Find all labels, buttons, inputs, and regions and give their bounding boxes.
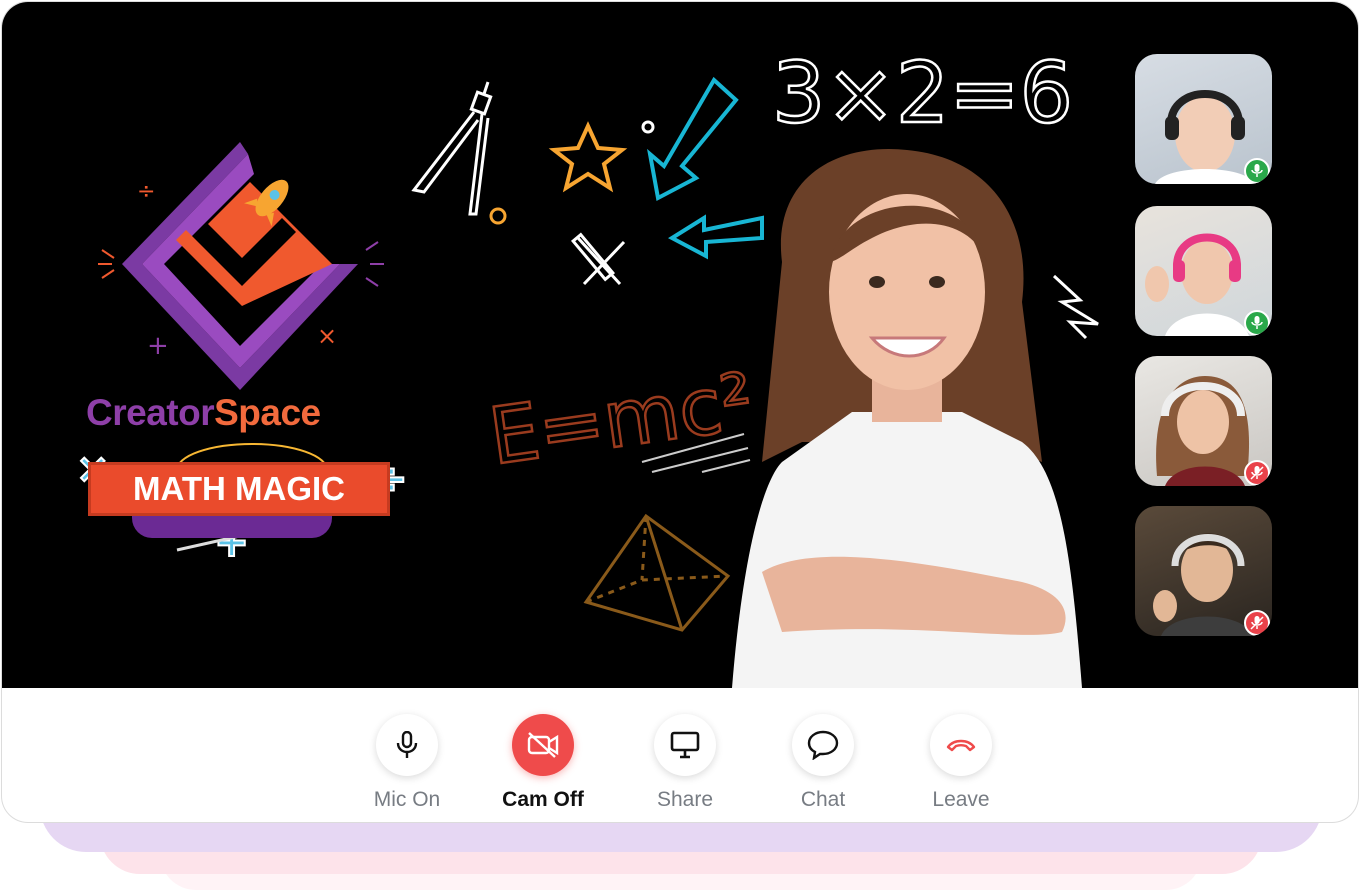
formula-doodle: E=mc²: [484, 357, 759, 483]
creatorspace-logo-mark: ÷ + ×: [98, 142, 384, 390]
main-video-stage: ÷ + × × ÷ +: [2, 2, 1358, 688]
math-magic-banner: MATH MAGIC: [88, 462, 390, 516]
leave-call-button[interactable]: Leave: [906, 714, 1016, 812]
hang-up-icon[interactable]: [930, 714, 992, 776]
chat-label: Chat: [800, 788, 846, 811]
mic-muted-icon: [1244, 460, 1270, 486]
pyramid-doodle: [583, 513, 731, 632]
share-screen-label: Share: [656, 788, 714, 811]
brand-wordmark: CreatorSpace: [86, 392, 321, 434]
presenter-video: [732, 148, 1082, 688]
mic-muted-icon: [1244, 610, 1270, 636]
mic-on-icon: [1244, 310, 1270, 336]
multiply-doodle: [570, 232, 626, 286]
participant-tile-3[interactable]: [1135, 356, 1272, 486]
camera-off-icon[interactable]: [512, 714, 574, 776]
call-control-bar: Mic On Cam Off Share Chat Leave: [2, 688, 1358, 822]
equation-doodle: 3×2=6: [772, 44, 1073, 142]
microphone-icon[interactable]: [376, 714, 438, 776]
leave-call-label: Leave: [932, 788, 990, 811]
participant-tile-4[interactable]: [1135, 506, 1272, 636]
participant-tile-1[interactable]: [1135, 54, 1272, 184]
dot-doodle: [641, 120, 655, 134]
monitor-icon[interactable]: [654, 714, 716, 776]
share-screen-button[interactable]: Share: [630, 714, 740, 812]
svg-text:×: ×: [317, 322, 337, 350]
chat-button[interactable]: Chat: [768, 714, 878, 812]
camera-toggle-button[interactable]: Cam Off: [488, 714, 598, 812]
mic-toggle-button[interactable]: Mic On: [352, 714, 462, 812]
svg-text:÷: ÷: [137, 179, 155, 204]
svg-text:+: +: [147, 331, 169, 361]
camera-toggle-label: Cam Off: [502, 788, 584, 811]
chat-bubble-icon[interactable]: [792, 714, 854, 776]
compass-doodle: [411, 81, 507, 225]
star-doodle: [548, 121, 628, 193]
video-call-window: ÷ + × × ÷ +: [2, 2, 1358, 822]
mic-on-icon: [1244, 158, 1270, 184]
brand-name-part1: Creator: [86, 392, 215, 433]
brand-name-part2: Space: [214, 392, 321, 433]
mic-toggle-label: Mic On: [373, 788, 441, 811]
participant-tile-2[interactable]: [1135, 206, 1272, 336]
